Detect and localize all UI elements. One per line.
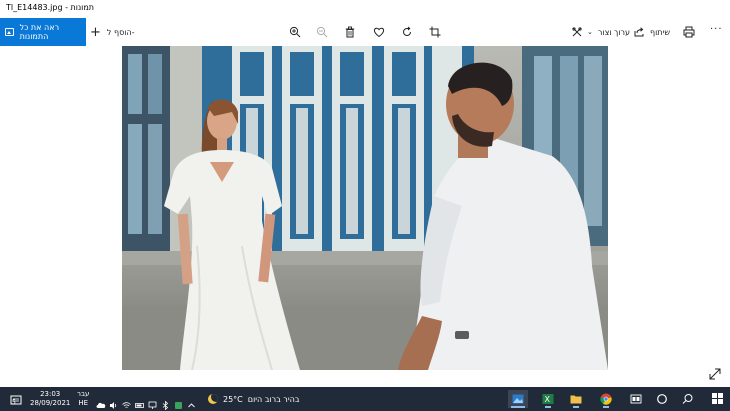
start-button[interactable] xyxy=(712,393,724,405)
clock-date: 28/09/2021 xyxy=(30,399,71,407)
see-all-photos-label: ראה את כל התמונות xyxy=(19,23,60,41)
search-icon[interactable] xyxy=(682,393,694,405)
photo-viewer[interactable] xyxy=(122,46,608,370)
favorite-icon[interactable] xyxy=(372,25,386,39)
onedrive-icon[interactable] xyxy=(96,395,106,408)
more-options-button[interactable]: ··· xyxy=(710,24,723,35)
svg-text:X: X xyxy=(545,395,551,404)
print-icon[interactable] xyxy=(682,25,696,39)
battery-icon[interactable] xyxy=(135,395,144,408)
couple-photo xyxy=(122,46,608,370)
taskbar: 5 23:03 28/09/2021 עבר HE 25°C בהיר ברוב… xyxy=(0,387,730,411)
clock[interactable]: 23:03 28/09/2021 xyxy=(30,390,70,408)
chevron-up-icon[interactable] xyxy=(187,395,196,407)
chrome-icon[interactable] xyxy=(596,390,616,408)
bluetooth-icon[interactable] xyxy=(161,395,170,410)
system-tray xyxy=(96,387,196,411)
weather-description: בהיר ברוב היום xyxy=(247,394,300,404)
security-icon[interactable] xyxy=(174,395,183,409)
crop-icon[interactable] xyxy=(428,25,442,39)
language-line1: עבר xyxy=(77,390,90,398)
weather-moon-icon xyxy=(208,394,218,404)
share-button[interactable]: שיתוף xyxy=(634,18,670,46)
notification-count: 5 xyxy=(12,399,16,406)
zoom-in-icon[interactable] xyxy=(288,25,302,39)
file-explorer-icon[interactable] xyxy=(566,390,586,408)
weather-widget[interactable]: 25°C בהיר ברוב היום xyxy=(208,387,299,411)
add-to-label: הוסף ל- xyxy=(106,27,135,37)
edit-create-label: ערוך וצור xyxy=(597,27,631,37)
title-bar: Tا_E14483.jpg - תמונות xyxy=(0,0,730,18)
network-icon[interactable] xyxy=(148,395,157,409)
chevron-down-icon: ⌄ xyxy=(587,28,593,36)
see-all-photos-button[interactable]: ראה את כל התמונות xyxy=(0,18,86,46)
cortana-icon[interactable] xyxy=(656,393,668,405)
photos-app-window: Tا_E14483.jpg - תמונות ראה את כל התמונות… xyxy=(0,0,730,411)
share-label: שיתוף xyxy=(650,27,671,37)
add-to-button[interactable]: + הוסף ל- xyxy=(90,18,135,46)
weather-temperature: 25°C xyxy=(223,394,243,404)
excel-icon[interactable]: X xyxy=(538,390,558,408)
fullscreen-icon[interactable] xyxy=(709,368,721,380)
photos-icon xyxy=(5,28,14,36)
language-indicator[interactable]: עבר HE xyxy=(77,390,89,408)
zoom-out-icon[interactable] xyxy=(315,25,329,39)
window-title: Tا_E14483.jpg - תמונות xyxy=(6,3,95,12)
edit-create-icon xyxy=(572,27,582,37)
notification-center-icon[interactable]: 5 xyxy=(10,392,22,406)
plus-icon: + xyxy=(90,24,101,40)
volume-icon[interactable] xyxy=(109,395,118,409)
clock-time: 23:03 xyxy=(40,390,61,398)
delete-icon[interactable] xyxy=(343,25,357,39)
wifi-icon[interactable] xyxy=(122,395,131,408)
pinned-app-icon[interactable] xyxy=(626,390,646,408)
toolbar: ראה את כל התמונות + הוסף ל- ⌄ ערוך וצור xyxy=(0,18,730,46)
photos-app-icon[interactable] xyxy=(508,390,528,408)
language-line2: HE xyxy=(78,399,89,407)
edit-create-menu[interactable]: ⌄ ערוך וצור xyxy=(572,18,630,46)
rotate-icon[interactable] xyxy=(400,25,414,39)
share-icon xyxy=(634,27,644,37)
